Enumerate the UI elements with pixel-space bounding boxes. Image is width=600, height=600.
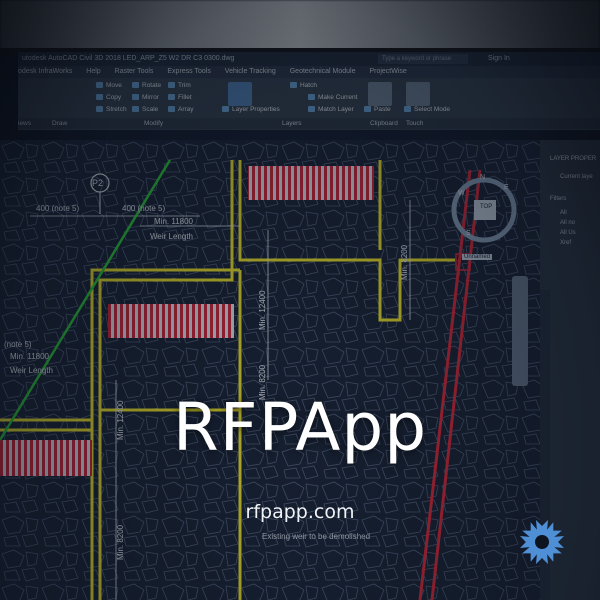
paste-button[interactable]: Paste [364, 106, 391, 113]
dim-label-4: Weir Length [150, 232, 193, 241]
menu-item-express-tools[interactable]: Express Tools [167, 68, 210, 75]
brand-name: RFPApp [172, 389, 428, 466]
move-tool[interactable]: Move [96, 82, 122, 89]
layer-panel-current: Current laye [560, 174, 593, 180]
panel-label-modify: Modify [144, 120, 164, 127]
select-mode-icon[interactable] [406, 82, 430, 106]
asterisk-burst-icon [520, 520, 564, 564]
panel-label-touch: Touch [406, 120, 424, 127]
panel-label-draw: Draw [52, 120, 68, 127]
menu-item-help[interactable]: Help [86, 68, 100, 75]
menu-item-raster-tools[interactable]: Raster Tools [115, 68, 154, 75]
match-layer-button[interactable]: Match Layer [308, 106, 354, 113]
drawing-canvas[interactable]: P2 400 (note 5) 400 (note 5) Min. 11800 … [0, 140, 540, 600]
viewcube-s-label: S [466, 230, 471, 237]
viewcube-e-label: E [504, 184, 509, 191]
screenshot-stage: utodesk AutoCAD Civil 3D 2018 LED_ARP_Z5… [0, 0, 600, 600]
stretch-tool[interactable]: Stretch [96, 106, 127, 113]
copy-tool[interactable]: Copy [96, 94, 121, 101]
hatch-block-top [248, 166, 374, 200]
menu-item-geotechnical[interactable]: Geotechnical Module [290, 68, 356, 75]
sign-in-button[interactable]: Sign In [488, 52, 510, 66]
layer-filter-xref[interactable]: Xref [560, 240, 571, 246]
navigation-bar[interactable] [512, 276, 528, 386]
layer-panel-filters: Filters [550, 196, 567, 202]
dim-label-7: (note 5) [4, 340, 32, 349]
dim-label-2: 400 (note 5) [122, 204, 166, 213]
panel-label-views: iews [18, 120, 32, 127]
scale-tool[interactable]: Scale [132, 106, 158, 113]
make-current-button[interactable]: Make Current [308, 94, 357, 101]
weir-caption: Existing weir to be demolished [262, 532, 371, 541]
viewcube-w-label: W [458, 190, 465, 197]
office-backdrop [0, 0, 600, 52]
trim-tool[interactable]: Trim [168, 82, 191, 89]
select-mode-button[interactable]: Select Mode [404, 106, 450, 113]
layer-filter-all-us[interactable]: All Us [560, 230, 576, 236]
dim-label-1: 400 (note 5) [36, 204, 80, 213]
hatch-tool[interactable]: Hatch [290, 82, 317, 89]
dim-label-9: Min. 8200 [400, 244, 409, 280]
marker-label: P2 [92, 178, 104, 188]
unnamed-tag[interactable]: Unnamed [462, 254, 493, 260]
dim-label-6: Weir Length [10, 366, 53, 375]
search-input[interactable]: Type a keyword or phrase [378, 54, 468, 64]
layer-properties-icon[interactable] [228, 82, 252, 106]
brand-domain[interactable]: rfpapp.com [0, 500, 600, 524]
fillet-tool[interactable]: Fillet [168, 94, 192, 101]
layer-filter-all-no[interactable]: All no [560, 220, 575, 226]
menu-item-infraworks[interactable]: odesk InfraWorks [18, 68, 72, 75]
dim-label-12: Min. 8200 [116, 524, 125, 560]
rotate-tool[interactable]: Rotate [132, 82, 161, 89]
array-tool[interactable]: Array [168, 106, 194, 113]
dim-label-3: Min. 11800 [154, 217, 193, 226]
viewcube-top-face[interactable] [474, 200, 496, 220]
layer-filter-all[interactable]: All [560, 210, 567, 216]
dim-label-5: Min. 11800 [10, 352, 49, 361]
layer-properties-button[interactable]: Layer Properties [222, 106, 280, 113]
layer-panel-title: LAYER PROPER [550, 156, 597, 162]
title-bar: utodesk AutoCAD Civil 3D 2018 LED_ARP_Z5… [18, 52, 600, 66]
viewcube-n-label: N [480, 174, 486, 181]
menu-item-vehicle-tracking[interactable]: Vehicle Tracking [225, 68, 276, 75]
window-title: utodesk AutoCAD Civil 3D 2018 LED_ARP_Z5… [22, 55, 235, 62]
panel-label-clipboard: Clipboard [370, 120, 398, 127]
dim-label-8: Min. 12400 [258, 290, 267, 330]
hatch-block-middle [108, 304, 234, 338]
panel-label-layers: Layers [282, 120, 302, 127]
cad-drawing [0, 140, 540, 600]
viewcube-top-label: TOP [480, 204, 493, 210]
paste-icon[interactable] [368, 82, 392, 106]
mirror-tool[interactable]: Mirror [132, 94, 159, 101]
menu-bar: odesk InfraWorks Help Raster Tools Expre… [18, 66, 600, 78]
menu-item-projectwise[interactable]: ProjectWise [369, 68, 406, 75]
ribbon-panel-labels: iews Draw Modify Layers Clipboard Touch [18, 118, 600, 129]
